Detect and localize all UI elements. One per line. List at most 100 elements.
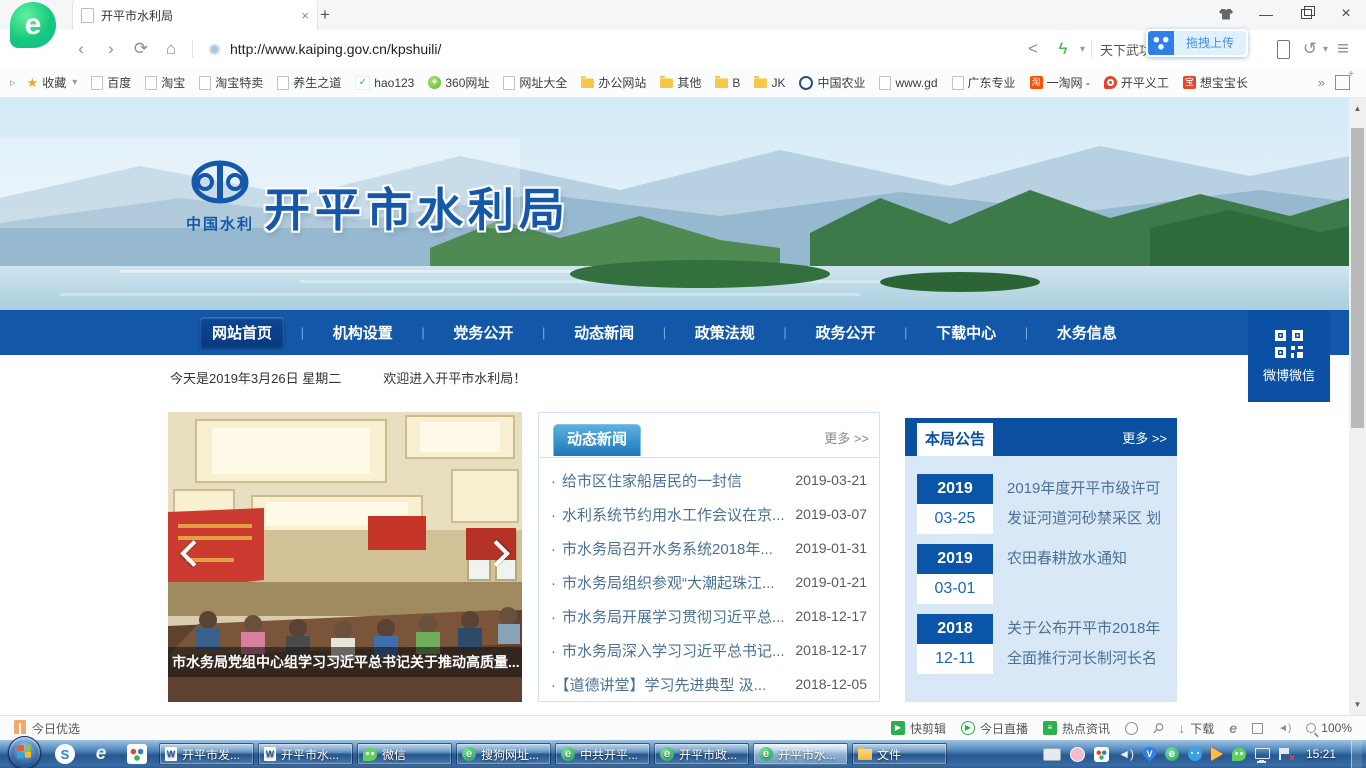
show-desktop-button[interactable] <box>1351 740 1362 768</box>
volume-icon[interactable]: ◄) <box>1118 747 1134 761</box>
messenger-tray-icon[interactable] <box>1188 747 1202 761</box>
notice-item[interactable]: 2019 03-25 2019年度开平市级许可 发证河道河砂禁采区 划 <box>917 474 1165 534</box>
bookmark-item[interactable]: 淘宝 <box>145 74 185 91</box>
news-link-text[interactable]: 给市区住家船居民的一封信 <box>562 473 742 490</box>
browser-logo[interactable]: e <box>10 2 56 48</box>
bookmark-item[interactable]: ✓hao123 <box>355 76 414 90</box>
news-link-text[interactable]: 水利系统节约用水工作会议在京... <box>562 507 785 524</box>
nav-item-home[interactable]: 网站首页 <box>200 317 284 348</box>
bookmark-item[interactable]: 中国农业 <box>799 74 865 91</box>
notice-link[interactable]: 关于公布开平市2018年 全面推行河长制河长名 <box>1007 614 1160 674</box>
nav-item-downloads[interactable]: 下载中心 <box>924 317 1008 348</box>
taskbar-item-browser3[interactable]: e开平市政... <box>654 743 749 765</box>
user-tray-icon[interactable] <box>1070 747 1085 762</box>
speaker-icon[interactable]: ◄) <box>1278 723 1291 734</box>
close-button[interactable]: × <box>1326 0 1366 28</box>
chevron-down-icon[interactable]: ▾ <box>1080 44 1085 55</box>
drag-upload-tooltip[interactable]: 拖拽上传 <box>1146 29 1248 57</box>
bookmark-item[interactable]: 办公网站 <box>581 74 646 91</box>
back-button[interactable]: ‹ <box>66 34 96 64</box>
notice-item[interactable]: 2018 12-11 关于公布开平市2018年 全面推行河长制河长名 <box>917 614 1165 674</box>
split-window-icon[interactable] <box>1252 723 1263 734</box>
news-link-text[interactable]: 【道德讲堂】学习先进典型 汲... <box>562 677 766 694</box>
news-row[interactable]: ·市水务局开展学习贯彻习近平总... 2018-12-17 <box>551 599 867 633</box>
undo-button[interactable]: ↺ <box>1299 34 1321 64</box>
bookmark-item[interactable]: 开平义工 <box>1104 74 1169 91</box>
reload-button[interactable]: ⟳ <box>126 34 156 64</box>
news-row[interactable]: ·市水务局深入学习习近平总书记... 2018-12-17 <box>551 633 867 667</box>
menu-button[interactable]: ≡ <box>1328 34 1358 64</box>
theme-button[interactable] <box>1206 0 1246 28</box>
forward-button[interactable]: › <box>96 34 126 64</box>
start-button[interactable] <box>8 736 41 768</box>
bookmark-item[interactable]: 淘宝特卖 <box>199 74 263 91</box>
news-row[interactable]: ·市水务局召开水务系统2018年... 2019-01-31 <box>551 531 867 565</box>
nav-item-news[interactable]: 动态新闻 <box>562 317 646 348</box>
news-row[interactable]: ·水利系统节约用水工作会议在京... 2019-03-07 <box>551 497 867 531</box>
notice-link[interactable]: 2019年度开平市级许可 发证河道河砂禁采区 划 <box>1007 474 1161 534</box>
security-shield-icon[interactable]: V <box>1143 747 1156 762</box>
nav-item-organization[interactable]: 机构设置 <box>321 317 405 348</box>
bookmark-item[interactable]: 网址大全 <box>503 74 567 91</box>
notice-more-link[interactable]: 更多 >> <box>1122 428 1167 447</box>
home-button[interactable]: ⌂ <box>156 34 186 64</box>
360-safety-icon[interactable] <box>127 744 147 764</box>
wechat-tray-icon[interactable] <box>1232 748 1246 761</box>
media-tray-icon[interactable] <box>1211 747 1223 761</box>
pin-icon[interactable]: ⚲ <box>1148 718 1167 737</box>
daily-picks-button[interactable]: 今日优选 <box>14 720 80 737</box>
news-link-text[interactable]: 市水务局开展学习贯彻习近平总... <box>562 609 785 626</box>
nav-item-gov-affairs[interactable]: 政务公开 <box>803 317 887 348</box>
bookmark-item[interactable]: 广东专业 <box>952 74 1016 91</box>
360-browser-tray-icon[interactable]: e <box>1165 747 1179 761</box>
tab-notices[interactable]: 本局公告 <box>917 423 993 456</box>
nav-item-policies[interactable]: 政策法规 <box>683 317 767 348</box>
nav-item-water-info[interactable]: 水务信息 <box>1045 317 1129 348</box>
url-input[interactable] <box>228 40 1018 58</box>
news-more-link[interactable]: 更多 >> <box>824 428 869 447</box>
browser-tab[interactable]: 开平市水利局 × <box>72 0 318 30</box>
ie-browser-icon[interactable]: e <box>91 744 111 764</box>
notice-link[interactable]: 农田春耕放水通知 <box>1007 544 1127 604</box>
new-tab-button[interactable]: + <box>312 3 338 27</box>
sogou-icon[interactable]: S <box>55 744 75 764</box>
bookmark-item[interactable]: B <box>715 76 740 90</box>
network-icon[interactable] <box>1255 748 1270 759</box>
bookmark-item[interactable]: 宝想宝宝长 <box>1183 74 1248 91</box>
lightning-icon[interactable]: ϟ <box>1048 34 1078 64</box>
news-row[interactable]: ·市水务局组织参观“大潮起珠江... 2019-01-21 <box>551 565 867 599</box>
news-row[interactable]: ·给市区住家船居民的一封信 2019-03-21 <box>551 463 867 497</box>
address-bar[interactable] <box>199 40 1018 58</box>
news-link-text[interactable]: 市水务局深入学习习近平总书记... <box>562 643 785 660</box>
apps-grid-icon[interactable] <box>1335 75 1350 90</box>
bookmark-item[interactable]: 淘一淘网 - <box>1030 74 1090 91</box>
input-method-icon[interactable] <box>1043 748 1061 761</box>
taskbar-item-doc2[interactable]: W开平市水... <box>258 743 353 765</box>
taskbar-item-doc1[interactable]: W开平市发... <box>159 743 254 765</box>
download-button[interactable]: ↓下载 <box>1178 720 1214 737</box>
restore-button[interactable] <box>1286 0 1326 28</box>
weibo-wechat-panel[interactable]: 微博微信 <box>1248 310 1330 402</box>
bookmark-item[interactable]: 百度 <box>91 74 131 91</box>
bookmark-item[interactable]: 其他 <box>660 74 701 91</box>
photo-carousel[interactable]: 市水务局党组中心组学习习近平总书记关于推动高质量... <box>168 412 522 702</box>
share-icon[interactable]: < <box>1018 34 1048 64</box>
carousel-caption[interactable]: 市水务局党组中心组学习习近平总书记关于推动高质量... <box>168 647 522 677</box>
notice-item[interactable]: 2019 03-01 农田春耕放水通知 <box>917 544 1165 604</box>
taskbar-item-browser1[interactable]: e搜狗网址... <box>456 743 551 765</box>
taskbar-item-browser2[interactable]: e中共开平... <box>555 743 650 765</box>
action-center-flag-icon[interactable] <box>1279 748 1291 760</box>
hot-news-button[interactable]: ≡热点资讯 <box>1043 720 1110 737</box>
scrollbar-thumb[interactable] <box>1351 128 1364 428</box>
live-button[interactable]: ▶今日直播 <box>961 720 1028 737</box>
tab-news[interactable]: 动态新闻 <box>553 424 641 456</box>
zoom-control[interactable]: 100% <box>1306 721 1352 735</box>
bookmark-item[interactable]: 养生之道 <box>277 74 341 91</box>
minimize-button[interactable]: — <box>1246 0 1286 28</box>
site-info-icon[interactable] <box>209 44 220 55</box>
taskbar-item-browser-active[interactable]: e开平市水... <box>753 743 848 765</box>
bookmark-item[interactable]: +360网址 <box>428 74 489 91</box>
tab-close-icon[interactable]: × <box>301 8 309 23</box>
mobile-icon[interactable] <box>1277 40 1290 59</box>
taskbar-item-wechat[interactable]: 微信 <box>357 743 452 765</box>
